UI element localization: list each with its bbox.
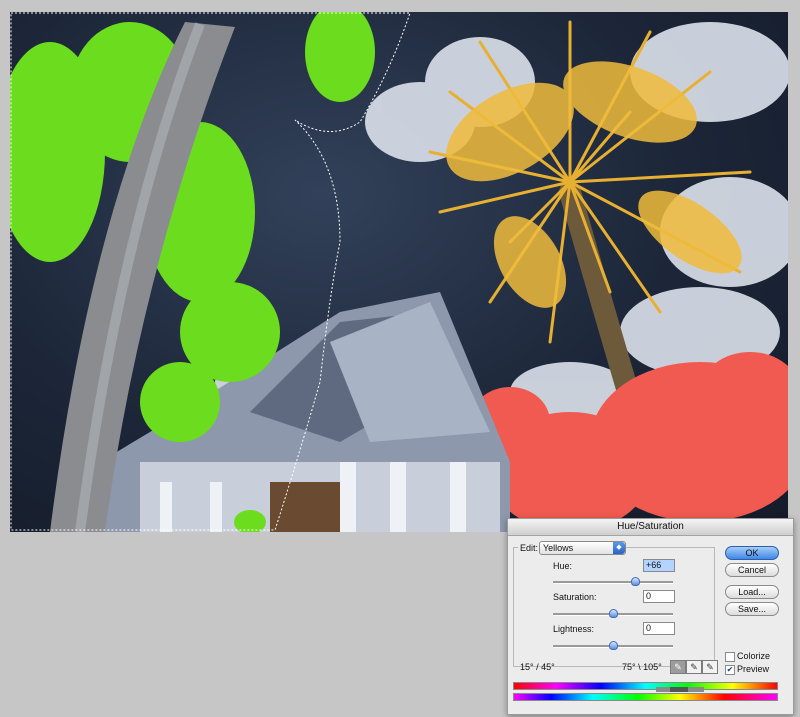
load-button[interactable]: Load...	[725, 585, 779, 599]
ok-button[interactable]: OK	[725, 546, 779, 560]
hue-slider-track[interactable]	[553, 581, 673, 584]
lightness-slider-thumb[interactable]	[609, 641, 618, 650]
cancel-button[interactable]: Cancel	[725, 563, 779, 577]
colorize-label: Colorize	[737, 651, 771, 661]
color-range-core[interactable]	[670, 687, 688, 692]
adjusted-hue-bar	[513, 693, 778, 701]
hue-slider-thumb[interactable]	[630, 577, 640, 586]
chevron-updown-icon: ◆	[613, 542, 625, 554]
saturation-input[interactable]: 0	[643, 590, 675, 603]
image-canvas[interactable]	[10, 12, 788, 532]
eyedropper-plus-icon[interactable]: ✎	[686, 660, 702, 674]
range-right-readout: 75° \ 105°	[622, 662, 662, 672]
lightness-label: Lightness:	[553, 624, 595, 634]
photo-artwork	[10, 12, 788, 532]
dialog-title: Hue/Saturation	[508, 519, 793, 536]
eyedropper-icon[interactable]: ✎	[670, 660, 686, 674]
hue-saturation-dialog: Hue/Saturation Edit: Yellows ◆ Hue: +66 …	[507, 518, 794, 715]
edit-label: Edit:	[518, 543, 541, 553]
hue-label: Hue:	[553, 561, 573, 571]
hue-input[interactable]: +66	[643, 559, 675, 572]
preview-checkbox[interactable]: ✔	[725, 665, 735, 675]
eyedropper-minus-icon[interactable]: ✎	[702, 660, 718, 674]
color-range-slider[interactable]	[656, 687, 704, 692]
source-hue-bar	[513, 682, 778, 690]
edit-select[interactable]: Yellows ◆	[539, 541, 626, 555]
edit-select-value: Yellows	[543, 543, 574, 553]
preview-label: Preview	[737, 664, 770, 674]
range-left-readout: 15° / 45°	[520, 662, 555, 672]
saturation-label: Saturation:	[553, 592, 597, 602]
lightness-input[interactable]: 0	[643, 622, 675, 635]
saturation-slider-thumb[interactable]	[609, 609, 618, 618]
colorize-checkbox[interactable]	[725, 652, 735, 662]
save-button[interactable]: Save...	[725, 602, 779, 616]
